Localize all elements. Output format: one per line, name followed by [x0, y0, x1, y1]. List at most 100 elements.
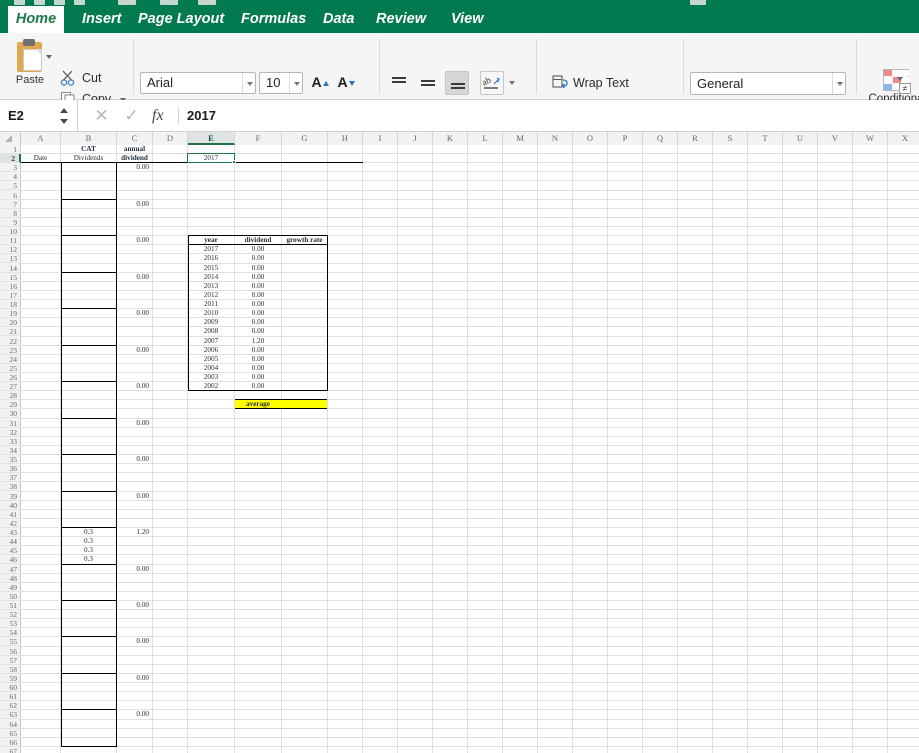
tab-review[interactable]: Review — [366, 6, 436, 33]
tab-view[interactable]: View — [441, 6, 494, 33]
qat-icon-1[interactable] — [14, 0, 25, 5]
orientation-icon[interactable]: ab — [480, 71, 504, 95]
cell-c47[interactable]: 0.00 — [117, 565, 152, 574]
font-name-caret[interactable] — [242, 73, 255, 93]
font-size-caret[interactable] — [289, 73, 302, 93]
row-header-51[interactable]: 51 — [0, 601, 21, 610]
cell-e21[interactable]: 2008 — [188, 327, 234, 336]
row-header-39[interactable]: 39 — [0, 492, 21, 501]
cell-f14[interactable]: 0.00 — [235, 264, 281, 273]
row-header-15[interactable]: 15 — [0, 273, 21, 282]
row-header-32[interactable]: 32 — [0, 428, 21, 437]
row-header-67[interactable]: 67 — [0, 747, 21, 753]
row-header-6[interactable]: 6 — [0, 191, 21, 200]
qat-icon-3[interactable] — [54, 0, 65, 5]
cell-f15[interactable]: 0.00 — [235, 273, 281, 282]
cell-c11[interactable]: 0.00 — [117, 236, 152, 245]
tab-data[interactable]: Data — [313, 6, 364, 33]
qat-icon-2[interactable] — [34, 0, 45, 5]
row-header-46[interactable]: 46 — [0, 555, 21, 564]
cell-c63[interactable]: 0.00 — [117, 710, 152, 719]
tab-home[interactable]: Home — [8, 6, 64, 33]
row-header-18[interactable]: 18 — [0, 300, 21, 309]
row-header-45[interactable]: 45 — [0, 546, 21, 555]
row-header-34[interactable]: 34 — [0, 446, 21, 455]
cell-e14[interactable]: 2015 — [188, 264, 234, 273]
tab-formulas[interactable]: Formulas — [231, 6, 316, 33]
row-header-57[interactable]: 57 — [0, 656, 21, 665]
qat-icon-6[interactable] — [160, 0, 178, 5]
row-header-35[interactable]: 35 — [0, 455, 21, 464]
tab-insert[interactable]: Insert — [72, 6, 132, 33]
row-header-55[interactable]: 55 — [0, 637, 21, 646]
paste-dropdown-caret[interactable] — [46, 55, 52, 59]
row-header-62[interactable]: 62 — [0, 701, 21, 710]
row-header-7[interactable]: 7 — [0, 200, 21, 209]
row-header-63[interactable]: 63 — [0, 710, 21, 719]
row-header-37[interactable]: 37 — [0, 473, 21, 482]
row-header-43[interactable]: 43 — [0, 528, 21, 537]
cell-b1[interactable]: CAT — [61, 145, 116, 154]
cell-f16[interactable]: 0.00 — [235, 282, 281, 291]
column-header-w[interactable]: W — [853, 132, 888, 145]
cell-e18[interactable]: 2011 — [188, 300, 234, 309]
row-header-41[interactable]: 41 — [0, 510, 21, 519]
row-header-61[interactable]: 61 — [0, 692, 21, 701]
cell-c55[interactable]: 0.00 — [117, 637, 152, 646]
cell-f24[interactable]: 0.00 — [235, 355, 281, 364]
row-header-54[interactable]: 54 — [0, 628, 21, 637]
row-header-13[interactable]: 13 — [0, 254, 21, 263]
cut-button[interactable]: Cut — [60, 69, 101, 87]
row-header-52[interactable]: 52 — [0, 610, 21, 619]
cell-f17[interactable]: 0.00 — [235, 291, 281, 300]
font-size-input[interactable]: 10 — [259, 72, 303, 94]
column-header-e[interactable]: E — [188, 132, 235, 145]
cell-e16[interactable]: 2013 — [188, 282, 234, 291]
cell-f25[interactable]: 0.00 — [235, 364, 281, 373]
qat-icon-7[interactable] — [198, 0, 216, 5]
number-format-select[interactable]: General — [690, 72, 846, 95]
wrap-text-button[interactable]: Wrap Text — [552, 74, 629, 92]
row-header-1[interactable]: 1 — [0, 145, 21, 154]
column-header-g[interactable]: G — [282, 132, 328, 145]
row-header-47[interactable]: 47 — [0, 565, 21, 574]
cell-e24[interactable]: 2005 — [188, 355, 234, 364]
cell-c3[interactable]: 0.00 — [117, 163, 152, 172]
row-header-8[interactable]: 8 — [0, 209, 21, 218]
cell-e25[interactable]: 2004 — [188, 364, 234, 373]
number-format-caret[interactable] — [832, 73, 845, 94]
qat-icon-4[interactable] — [74, 0, 85, 5]
orientation-dropdown-caret[interactable] — [505, 71, 518, 95]
row-header-4[interactable]: 4 — [0, 172, 21, 181]
row-header-33[interactable]: 33 — [0, 437, 21, 446]
row-header-24[interactable]: 24 — [0, 355, 21, 364]
row-header-53[interactable]: 53 — [0, 619, 21, 628]
row-header-64[interactable]: 64 — [0, 720, 21, 729]
row-header-36[interactable]: 36 — [0, 464, 21, 473]
row-header-28[interactable]: 28 — [0, 391, 21, 400]
row-header-40[interactable]: 40 — [0, 501, 21, 510]
column-header-h[interactable]: H — [328, 132, 363, 145]
column-header-p[interactable]: P — [608, 132, 643, 145]
cell-c15[interactable]: 0.00 — [117, 273, 152, 282]
column-header-m[interactable]: M — [503, 132, 538, 145]
fill-handle[interactable] — [232, 160, 236, 164]
cell-f13[interactable]: 0.00 — [235, 254, 281, 263]
qat-icon-8[interactable] — [690, 0, 706, 5]
column-header-s[interactable]: S — [713, 132, 748, 145]
row-header-48[interactable]: 48 — [0, 574, 21, 583]
column-header-l[interactable]: L — [468, 132, 503, 145]
cell-b43[interactable]: 0.3 — [61, 528, 116, 537]
column-header-a[interactable]: A — [21, 132, 61, 145]
row-header-5[interactable]: 5 — [0, 181, 21, 190]
row-header-9[interactable]: 9 — [0, 218, 21, 227]
row-header-22[interactable]: 22 — [0, 337, 21, 346]
name-box[interactable]: E2 — [0, 100, 78, 131]
cell-c59[interactable]: 0.00 — [117, 674, 152, 683]
column-header-x[interactable]: X — [888, 132, 919, 145]
row-header-26[interactable]: 26 — [0, 373, 21, 382]
cell-f18[interactable]: 0.00 — [235, 300, 281, 309]
cell-e17[interactable]: 2012 — [188, 291, 234, 300]
cell-e22[interactable]: 2007 — [188, 337, 234, 346]
column-header-j[interactable]: J — [398, 132, 433, 145]
